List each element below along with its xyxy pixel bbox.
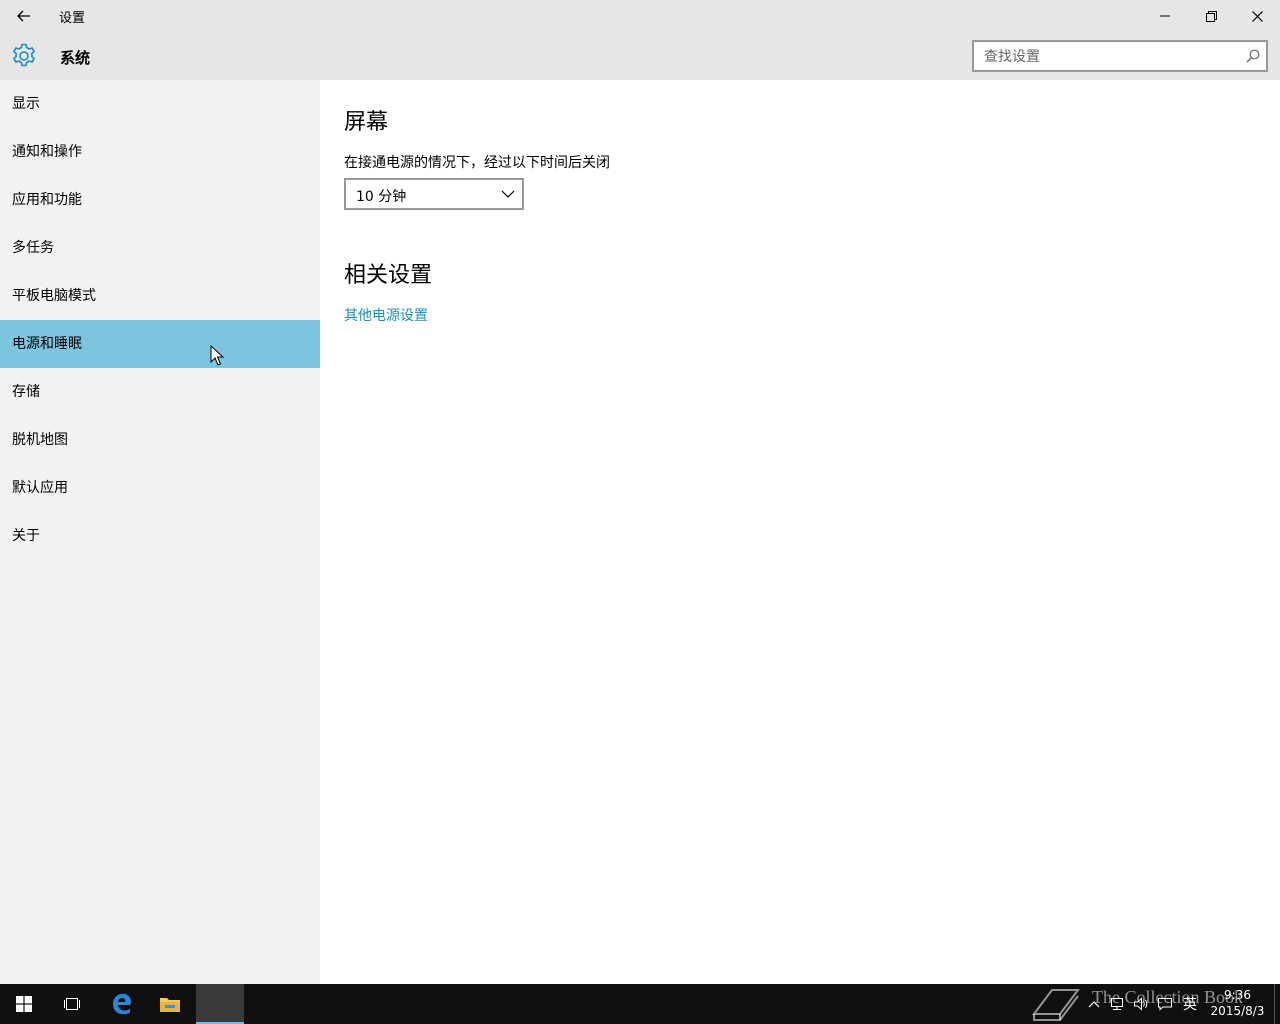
title-bar: 设置: [0, 0, 1280, 32]
message-icon: [1158, 998, 1172, 1011]
page-title: 系统: [60, 49, 91, 67]
sidebar: 显示 通知和操作 应用和功能 多任务 平板电脑模式 电源和睡眠 存储 脱机地图 …: [0, 80, 320, 984]
sidebar-item-multitasking[interactable]: 多任务: [0, 224, 320, 272]
chevron-down-icon: [501, 190, 515, 198]
sidebar-item-tablet-mode[interactable]: 平板电脑模式: [0, 272, 320, 320]
additional-power-settings-link[interactable]: 其他电源设置: [344, 305, 428, 325]
input-method-indicator[interactable]: 英: [1180, 984, 1200, 1024]
screen-timeout-label: 在接通电源的情况下，经过以下时间后关闭: [344, 155, 610, 171]
window-title: 设置: [59, 11, 86, 26]
taskbar: 英 9:36 2015/8/3: [0, 984, 1280, 1024]
file-explorer-button[interactable]: [146, 984, 194, 1024]
minimize-icon: [1160, 15, 1170, 17]
sidebar-item-label: 显示: [12, 96, 40, 112]
start-button[interactable]: [0, 984, 48, 1024]
sidebar-item-label: 平板电脑模式: [12, 288, 96, 304]
sidebar-item-label: 默认应用: [12, 480, 68, 496]
folder-icon: [160, 998, 180, 1012]
search-icon[interactable]: [1246, 49, 1260, 63]
sidebar-item-label: 关于: [12, 528, 40, 544]
sidebar-item-label: 应用和功能: [12, 192, 82, 208]
search-input[interactable]: [984, 47, 1234, 67]
restore-icon: [1205, 10, 1217, 22]
settings-gear-icon: [216, 1000, 224, 1008]
back-arrow-icon: [17, 10, 30, 22]
clock[interactable]: 9:36 2015/8/3: [1205, 987, 1270, 1021]
sidebar-item-label: 通知和操作: [12, 144, 82, 160]
screen-section-title: 屏幕: [344, 110, 389, 135]
mouse-cursor-icon: [210, 345, 224, 366]
show-desktop-button[interactable]: [1274, 984, 1280, 1024]
close-icon: [1251, 10, 1263, 22]
action-center-button[interactable]: [1154, 984, 1176, 1024]
close-button[interactable]: [1234, 0, 1280, 32]
chevron-up-icon: [1088, 1001, 1100, 1008]
related-settings-title: 相关设置: [344, 263, 433, 288]
show-hidden-icons-button[interactable]: [1084, 984, 1104, 1024]
edge-browser-button[interactable]: [98, 984, 146, 1024]
sidebar-item-label: 存储: [12, 384, 40, 400]
sidebar-item-power-sleep[interactable]: 电源和睡眠: [0, 320, 320, 368]
sidebar-item-storage[interactable]: 存储: [0, 368, 320, 416]
edge-icon: [113, 993, 131, 1015]
clock-date: 2015/8/3: [1210, 1004, 1265, 1018]
network-icon: [1111, 998, 1123, 1010]
screen-timeout-dropdown[interactable]: 10 分钟: [344, 178, 524, 210]
task-view-button[interactable]: [48, 984, 96, 1024]
sidebar-item-default-apps[interactable]: 默认应用: [0, 464, 320, 512]
settings-taskbar-button[interactable]: [196, 984, 244, 1024]
minimize-button[interactable]: [1142, 0, 1188, 32]
task-view-icon: [64, 998, 80, 1010]
back-button[interactable]: [0, 0, 48, 32]
sidebar-item-notifications[interactable]: 通知和操作: [0, 128, 320, 176]
network-tray-button[interactable]: [1106, 984, 1128, 1024]
settings-window: 设置 系统 查找设置 显示 通知和操作 应用和功能 多任务 平板电脑模式 电源和…: [0, 0, 1280, 984]
sidebar-item-about[interactable]: 关于: [0, 512, 320, 560]
sidebar-item-label: 脱机地图: [12, 432, 68, 448]
sidebar-item-label: 电源和睡眠: [12, 336, 82, 352]
dropdown-value: 10 分钟: [356, 189, 407, 205]
main-content: 屏幕 在接通电源的情况下，经过以下时间后关闭 10 分钟 相关设置 其他电源设置: [320, 80, 1280, 984]
sidebar-item-label: 多任务: [12, 240, 54, 256]
gear-icon: [12, 43, 36, 67]
sidebar-item-display[interactable]: 显示: [0, 80, 320, 128]
sidebar-item-offline-maps[interactable]: 脱机地图: [0, 416, 320, 464]
sidebar-item-apps-features[interactable]: 应用和功能: [0, 176, 320, 224]
page-header: 系统: [0, 32, 1280, 80]
clock-time: 9:36: [1224, 988, 1251, 1002]
volume-icon: [1134, 997, 1148, 1011]
windows-logo-icon: [16, 996, 32, 1012]
volume-tray-button[interactable]: [1130, 984, 1152, 1024]
restore-button[interactable]: [1188, 0, 1234, 32]
search-box[interactable]: [972, 40, 1268, 72]
